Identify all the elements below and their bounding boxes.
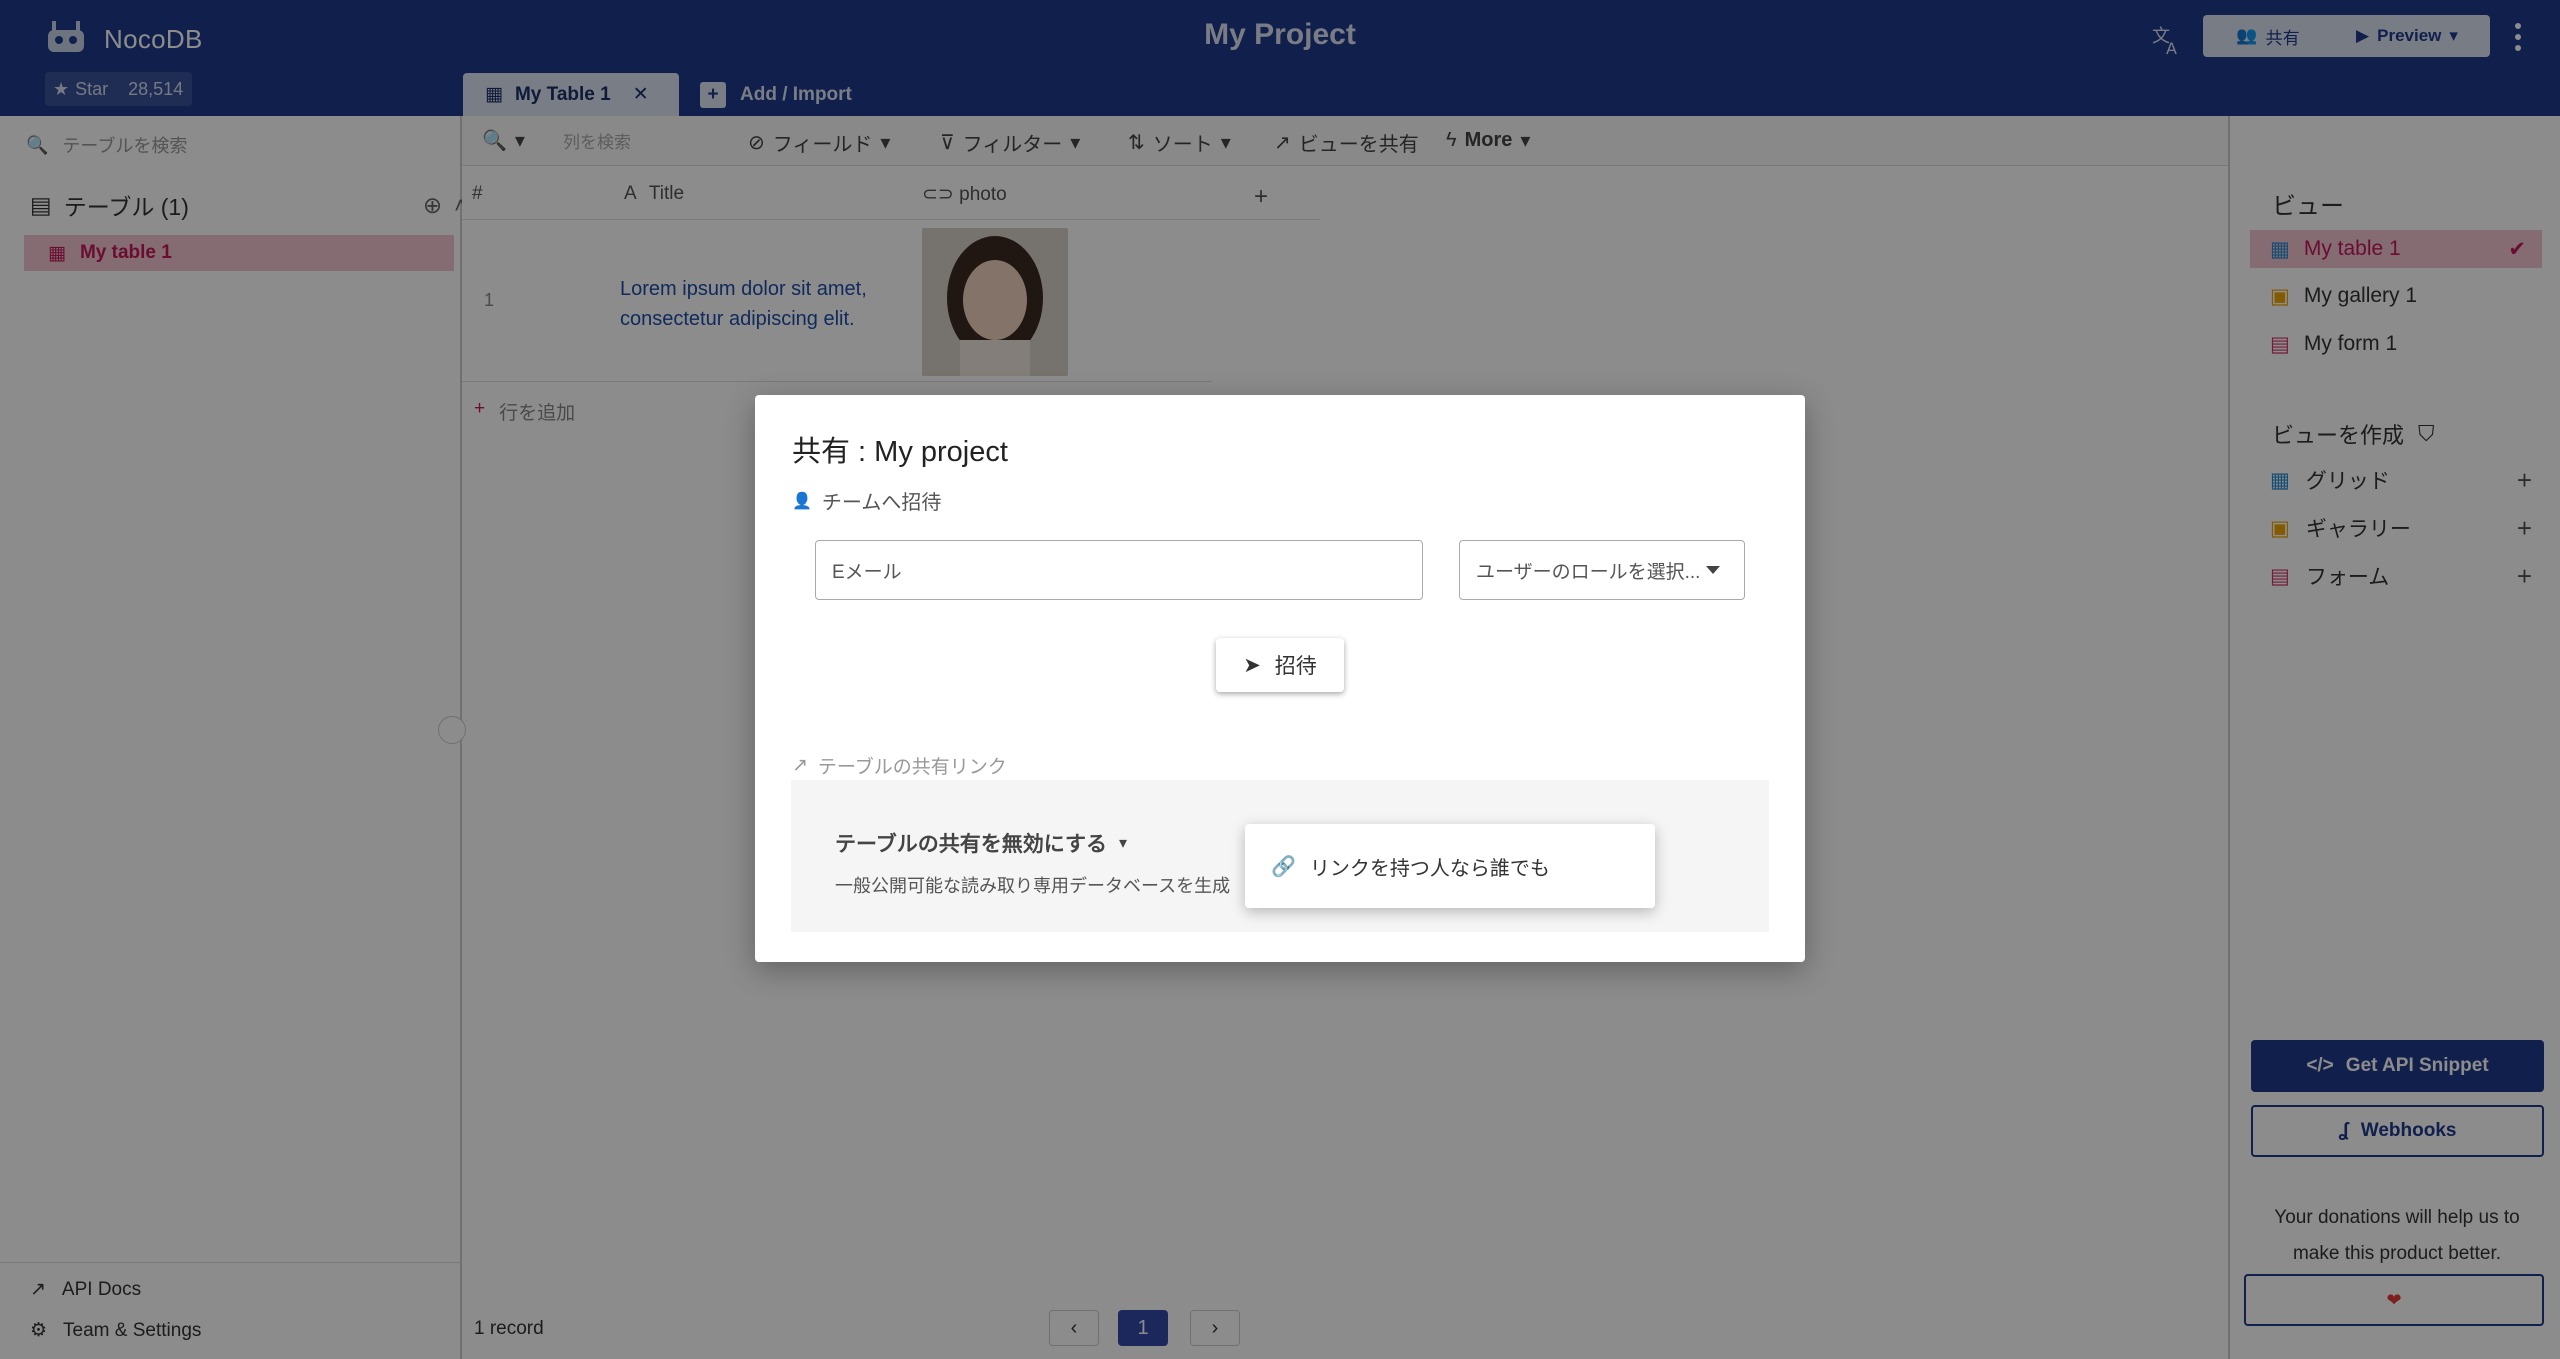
open-in-new-icon: ↗ xyxy=(792,755,808,776)
person-icon: 👤 xyxy=(792,492,812,510)
email-placeholder: Eメール xyxy=(832,561,902,583)
share-link-heading: ↗ テーブルの共有リンク xyxy=(792,752,1007,779)
invite-button-label: 招待 xyxy=(1274,655,1317,678)
email-field[interactable]: Eメール xyxy=(815,540,1423,600)
send-icon: ➤ xyxy=(1243,653,1261,677)
invite-section-label: チームへ招待 xyxy=(821,492,942,514)
disable-share-select[interactable]: テーブルの共有を無効にする ▾ xyxy=(835,828,1127,858)
disable-share-description: 一般公開可能な読み取り専用データベースを生成 xyxy=(835,876,1231,896)
disable-share-label: テーブルの共有を無効にする xyxy=(835,833,1107,856)
share-link-label: テーブルの共有リンク xyxy=(817,757,1007,778)
chevron-down-icon xyxy=(1706,566,1720,574)
invite-button[interactable]: ➤ 招待 xyxy=(1216,638,1344,692)
dialog-title: 共有 : My project xyxy=(792,436,1008,468)
role-placeholder: ユーザーのロールを選択... xyxy=(1476,561,1701,583)
share-option-label: リンクを持つ人なら誰でも xyxy=(1309,857,1550,880)
invite-section-heading: 👤 チームへ招待 xyxy=(792,486,941,515)
chevron-down-icon: ▾ xyxy=(1118,835,1127,852)
link-icon: 🔗 xyxy=(1271,855,1296,878)
share-option-anyone-with-link[interactable]: 🔗 リンクを持つ人なら誰でも xyxy=(1245,824,1655,908)
role-select[interactable]: ユーザーのロールを選択... xyxy=(1459,540,1745,600)
